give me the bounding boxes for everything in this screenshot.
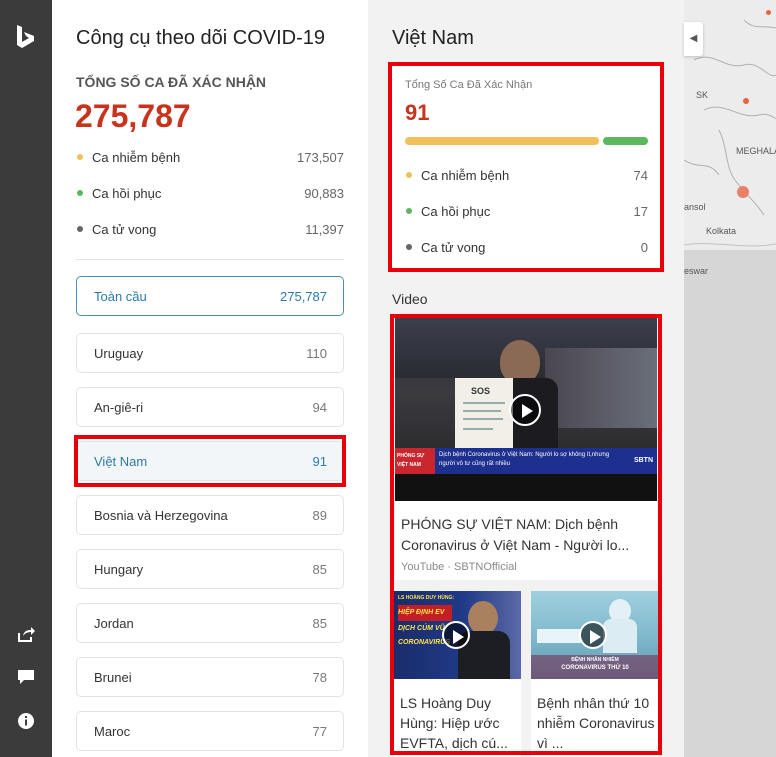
map-label: ansol (684, 202, 706, 212)
active-dot-icon (77, 154, 83, 160)
highlight-box (388, 62, 664, 272)
map-label: eswar (684, 266, 709, 276)
country-value: 110 (306, 346, 327, 361)
video-heading: Video (392, 291, 428, 307)
case-marker-icon[interactable] (743, 98, 749, 104)
country-card-morocco[interactable]: Maroc 77 (76, 711, 344, 751)
country-name: Hungary (94, 562, 144, 577)
country-name: Maroc (94, 724, 131, 739)
country-card-brunei[interactable]: Brunei 78 (76, 657, 344, 697)
stat-active: Ca nhiễm bệnh 173,507 (76, 148, 344, 168)
country-card-uruguay[interactable]: Uruguay 110 (76, 333, 344, 373)
stat-recovered: Ca hồi phục 90,883 (76, 184, 344, 204)
total-value: 275,787 (75, 98, 191, 134)
stat-value: 90,883 (304, 186, 344, 201)
map-view[interactable]: SK MEGHALA ansol Kolkata eswar (684, 0, 776, 757)
country-card-bosnia[interactable]: Bosnia và Herzegovina 89 (76, 495, 344, 535)
country-value: 275,787 (280, 289, 327, 304)
stat-label: Ca hồi phục (92, 186, 162, 201)
stat-deaths: Ca tử vong 11,397 (76, 220, 344, 240)
feedback-icon[interactable] (17, 668, 35, 686)
country-name: Uruguay (94, 346, 144, 361)
tracker-panel: Công cụ theo dõi COVID-19 TỔNG SỐ CA ĐÃ … (52, 0, 368, 757)
country-card-global[interactable]: Toàn cầu 275,787 (76, 276, 344, 316)
chevron-left-icon: ◀ (689, 33, 698, 44)
collapse-panel-button[interactable]: ◀ (684, 22, 703, 56)
country-value: 78 (312, 670, 327, 685)
map-label: MEGHALA (736, 146, 776, 156)
country-value: 77 (312, 724, 327, 739)
share-icon[interactable] (17, 625, 35, 643)
country-detail-panel: Việt Nam Tổng Số Ca Đã Xác Nhận 91 Ca nh… (368, 0, 684, 757)
info-icon[interactable] (17, 712, 35, 730)
country-card-algeria[interactable]: An-giê-ri 94 (76, 387, 344, 427)
stat-value: 173,507 (297, 150, 344, 165)
deaths-dot-icon (77, 226, 83, 232)
panel-title: Công cụ theo dõi COVID-19 (76, 27, 326, 49)
total-label: TỔNG SỐ CA ĐÃ XÁC NHẬN (76, 74, 267, 90)
country-value: 85 (312, 616, 327, 631)
country-value: 85 (312, 562, 327, 577)
country-name: Brunei (94, 670, 132, 685)
case-marker-icon[interactable] (737, 186, 749, 198)
map-label: Kolkata (706, 226, 737, 236)
highlight-box (74, 435, 346, 487)
left-rail (0, 0, 52, 757)
stat-label: Ca nhiễm bệnh (92, 150, 181, 165)
divider (76, 259, 344, 260)
country-card-hungary[interactable]: Hungary 85 (76, 549, 344, 589)
recovered-dot-icon (77, 190, 83, 196)
map-label: SK (696, 90, 709, 100)
country-name: Jordan (94, 616, 134, 631)
bing-logo-icon[interactable] (14, 24, 38, 50)
case-marker-icon[interactable] (766, 10, 771, 15)
country-name: An-giê-ri (94, 400, 144, 415)
stat-label: Ca tử vong (92, 222, 157, 237)
country-name: Toàn cầu (94, 289, 147, 304)
country-card-jordan[interactable]: Jordan 85 (76, 603, 344, 643)
stat-value: 11,397 (305, 222, 344, 237)
country-value: 94 (312, 400, 327, 415)
country-title: Việt Nam (392, 27, 474, 49)
highlight-box (390, 314, 662, 755)
country-value: 89 (312, 508, 327, 523)
country-name: Bosnia và Herzegovina (94, 508, 228, 523)
